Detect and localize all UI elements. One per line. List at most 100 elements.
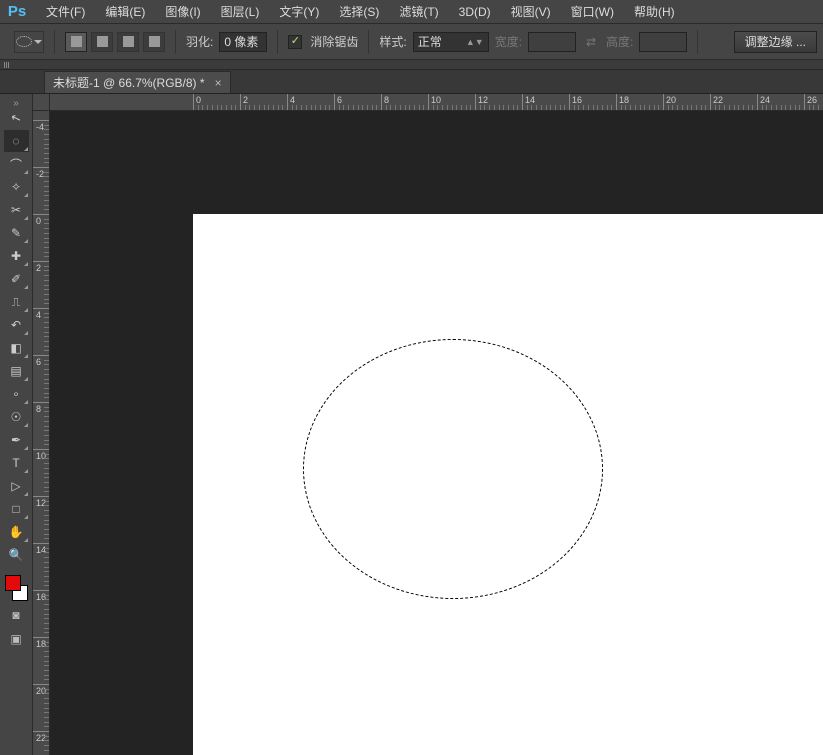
clone-stamp-tool[interactable]: ⎍ (4, 291, 29, 313)
zoom-tool[interactable]: 🔍 (4, 544, 29, 566)
menu-edit[interactable]: 编辑(E) (95, 0, 155, 23)
width-label: 宽度: (495, 33, 522, 50)
eyedropper-tool[interactable]: ✎ (4, 222, 29, 244)
selection-mode-add[interactable] (91, 32, 113, 52)
antialias-checkbox[interactable]: ✓ (288, 35, 302, 49)
horizontal-ruler[interactable]: 02468101214161820222426283032 (50, 94, 823, 111)
ruler-tick: 26 (804, 94, 805, 111)
document-tab-bar: 未标题-1 @ 66.7%(RGB/8) * × (0, 70, 823, 94)
path-select-tool[interactable]: ▷ (4, 475, 29, 497)
ruler-tick: 8 (381, 94, 382, 111)
close-icon[interactable]: × (215, 76, 222, 90)
menu-view[interactable]: 视图(V) (501, 0, 561, 23)
hand-tool-icon: ✋ (9, 525, 24, 539)
ruler-tick: 2 (33, 261, 50, 262)
selection-mode-intersect[interactable] (143, 32, 165, 52)
ruler-tick-label: 24 (760, 95, 770, 105)
style-dropdown[interactable]: 正常 ▲▼ (413, 32, 489, 52)
menu-type[interactable]: 文字(Y) (269, 0, 329, 23)
ruler-tick: 14 (522, 94, 523, 111)
ruler-tick-label: -4 (36, 122, 44, 132)
style-value: 正常 (418, 33, 442, 50)
ruler-tick-label: 0 (36, 216, 41, 226)
healing-brush-tool[interactable]: ✚ (4, 245, 29, 267)
feather-input[interactable] (219, 32, 267, 52)
toolbox: » ↖◌⌒✧✂✎ ✚ ✐⎍↶◧ ▤ ∘ ☉ ✒ T ▷ □ ✋ 🔍 ◙ ▣ (0, 94, 33, 755)
square-icon (123, 36, 134, 47)
ruler-tick: 16 (569, 94, 570, 111)
marquee-tool[interactable]: ◌ (4, 130, 29, 152)
shape-tool[interactable]: □ (4, 498, 29, 520)
blur-tool[interactable]: ∘ (4, 383, 29, 405)
check-icon: ✓ (291, 36, 300, 47)
ruler-tick: 2 (240, 94, 241, 111)
screen-mode-toggle[interactable]: ▣ (4, 628, 29, 650)
app-logo: Ps (4, 2, 30, 22)
swap-wh-icon: ⇄ (582, 35, 600, 49)
panel-collapse-strip[interactable] (0, 60, 823, 70)
ruler-tick: 6 (33, 355, 50, 356)
eraser-tool[interactable]: ◧ (4, 337, 29, 359)
gradient-tool-icon: ▤ (10, 364, 21, 378)
canvas-viewport[interactable] (50, 111, 823, 755)
menu-select[interactable]: 选择(S) (329, 0, 389, 23)
quick-mask-toggle[interactable]: ◙ (4, 604, 29, 626)
ruler-tick: 18 (33, 637, 50, 638)
menu-filter[interactable]: 滤镜(T) (389, 0, 448, 23)
toolbox-toggle-icon[interactable]: » (6, 98, 26, 106)
current-tool-preset[interactable] (14, 31, 44, 53)
ruler-tick: 22 (33, 731, 50, 732)
pen-tool[interactable]: ✒ (4, 429, 29, 451)
ruler-tick: 0 (33, 214, 50, 215)
dodge-tool[interactable]: ☉ (4, 406, 29, 428)
horizontal-ruler-row: 02468101214161820222426283032 (33, 94, 823, 111)
vertical-ruler[interactable]: -4-20246810121416182022242628 (33, 111, 50, 755)
menu-file[interactable]: 文件(F) (36, 0, 95, 23)
menu-image[interactable]: 图像(I) (155, 0, 210, 23)
type-tool-icon: T (12, 456, 19, 470)
menu-window[interactable]: 窗口(W) (561, 0, 624, 23)
ruler-tick-label: 20 (666, 95, 676, 105)
selection-mode-new[interactable] (65, 32, 87, 52)
foreground-color-swatch[interactable] (5, 575, 21, 591)
move-tool[interactable]: ↖ (4, 107, 29, 129)
menu-3d[interactable]: 3D(D) (449, 2, 501, 22)
menu-bar: Ps 文件(F) 编辑(E) 图像(I) 图层(L) 文字(Y) 选择(S) 滤… (0, 0, 823, 24)
path-select-tool-icon: ▷ (11, 479, 20, 493)
selection-mode-subtract[interactable] (117, 32, 139, 52)
color-wells[interactable] (3, 573, 30, 603)
document-tab[interactable]: 未标题-1 @ 66.7%(RGB/8) * × (44, 71, 231, 93)
options-bar: 羽化: ✓ 消除锯齿 样式: 正常 ▲▼ 宽度: ⇄ 高度: 调整边缘 ... (0, 24, 823, 60)
ruler-tick-label: 2 (243, 95, 248, 105)
menu-layer[interactable]: 图层(L) (211, 0, 270, 23)
menu-help[interactable]: 帮助(H) (624, 0, 685, 23)
crop-tool[interactable]: ✂ (4, 199, 29, 221)
ruler-tick: 24 (757, 94, 758, 111)
hand-tool[interactable]: ✋ (4, 521, 29, 543)
history-brush-tool[interactable]: ↶ (4, 314, 29, 336)
ruler-tick-label: 2 (36, 263, 41, 273)
height-label: 高度: (606, 33, 633, 50)
ruler-tick-label: 10 (431, 95, 441, 105)
magic-wand-tool[interactable]: ✧ (4, 176, 29, 198)
type-tool[interactable]: T (4, 452, 29, 474)
lasso-tool[interactable]: ⌒ (4, 153, 29, 175)
healing-brush-tool-icon: ✚ (11, 249, 21, 263)
gradient-tool[interactable]: ▤ (4, 360, 29, 382)
ruler-tick: 8 (33, 402, 50, 403)
ruler-tick: -2 (33, 167, 50, 168)
style-label: 样式: (379, 33, 406, 50)
square-icon (71, 36, 82, 47)
refine-edge-button[interactable]: 调整边缘 ... (734, 31, 817, 53)
shape-tool-icon: □ (12, 502, 19, 516)
brush-tool[interactable]: ✐ (4, 268, 29, 290)
width-input (528, 32, 576, 52)
separator (175, 30, 176, 54)
ruler-origin-box[interactable] (33, 94, 50, 111)
feather-label: 羽化: (186, 33, 213, 50)
ruler-tick-label: 6 (36, 357, 41, 367)
dodge-tool-icon: ☉ (11, 410, 22, 424)
ruler-tick: 12 (33, 496, 50, 497)
ruler-tick: 14 (33, 543, 50, 544)
ruler-tick-label: 4 (290, 95, 295, 105)
